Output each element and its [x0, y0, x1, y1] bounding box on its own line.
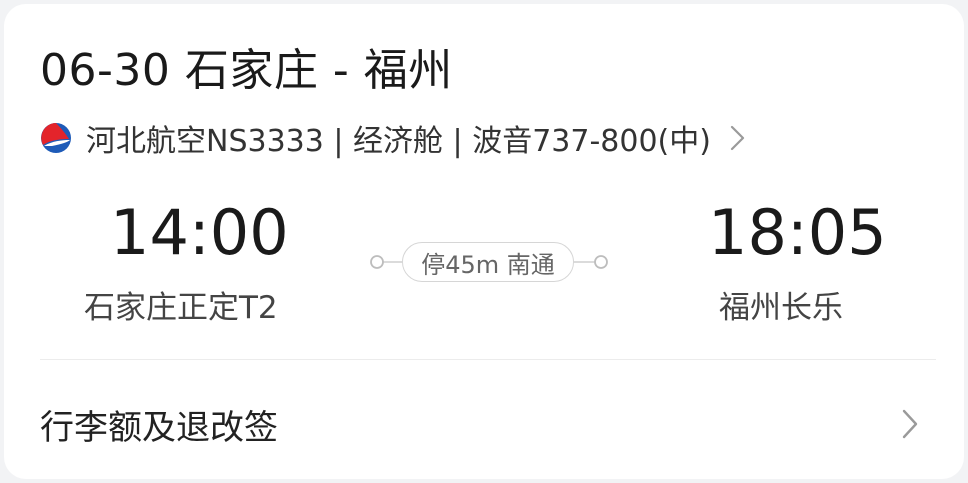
stopover-badge: 停45m 南通 — [402, 242, 574, 282]
arrival-time: 18:05 — [708, 196, 887, 269]
flight-info-text: 河北航空NS3333 | 经济舱 | 波音737-800(中) — [86, 124, 711, 159]
airline-logo-icon — [41, 123, 71, 153]
baggage-policy-label: 行李额及退改签 — [40, 408, 278, 448]
chevron-right-icon — [902, 409, 918, 439]
departure-airport: 石家庄正定T2 — [84, 290, 278, 326]
departure-time: 14:00 — [110, 196, 289, 269]
flight-card: 06-30 石家庄 - 福州 河北航空NS3333 | 经济舱 | 波音737-… — [4, 4, 964, 479]
route-title: 06-30 石家庄 - 福州 — [40, 45, 453, 96]
flight-info-row[interactable]: 河北航空NS3333 | 经济舱 | 波音737-800(中) — [40, 116, 747, 160]
arrival-airport: 福州长乐 — [719, 290, 843, 326]
stopover-indicator: 停45m 南通 — [368, 238, 610, 286]
chevron-right-icon — [730, 125, 745, 151]
baggage-policy-row[interactable]: 行李额及退改签 — [4, 360, 964, 479]
